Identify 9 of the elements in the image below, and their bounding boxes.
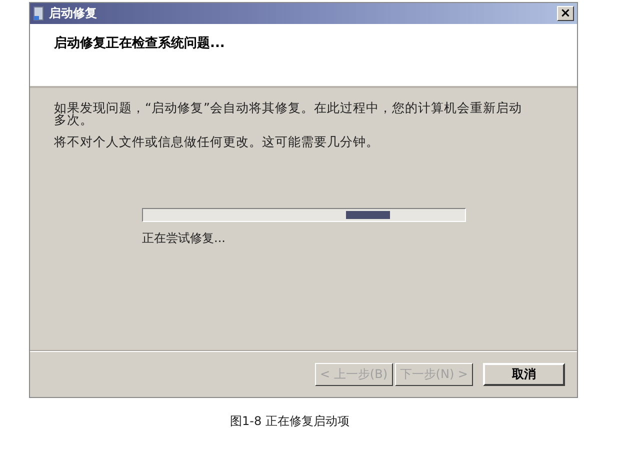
paragraph: 如果发现问题，“启动修复”会自动将其修复。在此过程中，您的计算机会重新启动多次。 bbox=[54, 102, 523, 126]
paragraph: 将不对个人文件或信息做任何更改。这可能需要几分钟。 bbox=[54, 136, 380, 148]
cancel-button[interactable]: 取消 bbox=[483, 362, 565, 386]
window-title: 启动修复 bbox=[49, 5, 98, 22]
close-button[interactable]: × bbox=[557, 6, 574, 21]
heading: 启动修复正在检查系统问题... bbox=[54, 34, 226, 52]
status-text: 正在尝试修复... bbox=[142, 230, 226, 247]
app-icon bbox=[33, 6, 45, 21]
figure-caption: 图1-8 正在修复启动项 bbox=[230, 413, 350, 430]
